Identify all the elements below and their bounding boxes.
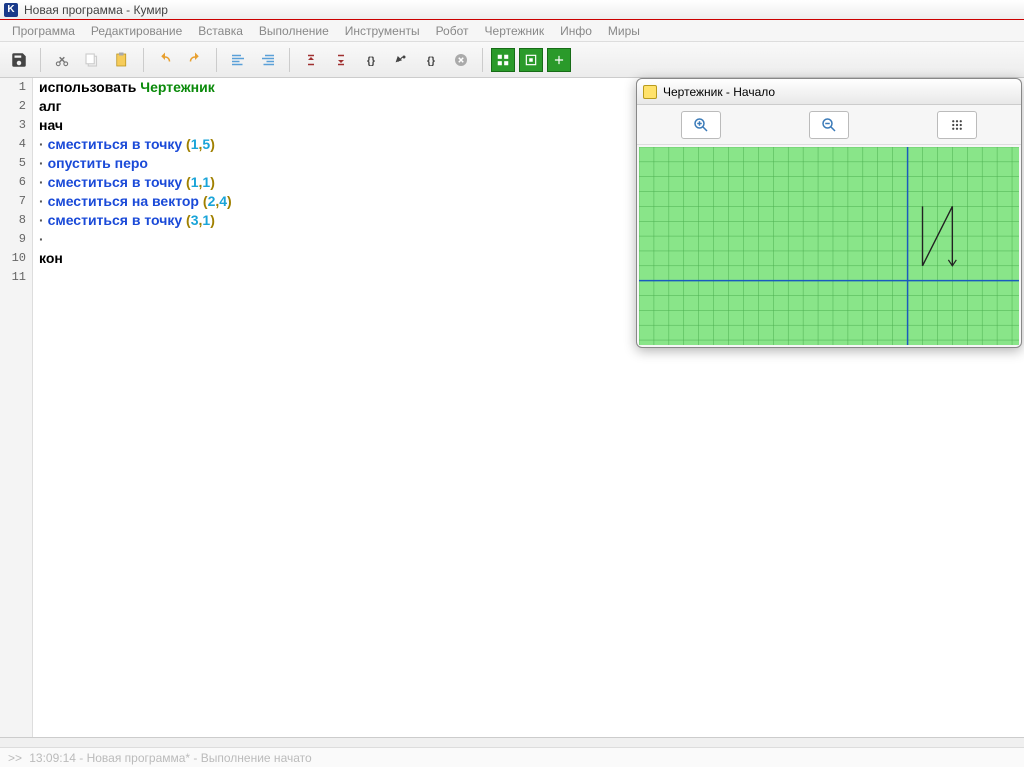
drafter-title-text: Чертежник - Начало	[663, 85, 775, 99]
line-number: 4	[0, 135, 32, 154]
run-step-out-button[interactable]	[298, 47, 324, 73]
line-number: 7	[0, 192, 32, 211]
main-toolbar: {} {}	[0, 42, 1024, 78]
grid-options-button[interactable]	[937, 111, 977, 139]
undo-button[interactable]	[152, 47, 178, 73]
menu-робот[interactable]: Робот	[430, 21, 475, 41]
menu-инструменты[interactable]: Инструменты	[339, 21, 426, 41]
drafter-titlebar[interactable]: Чертежник - Начало	[637, 79, 1021, 105]
line-number: 5	[0, 154, 32, 173]
svg-text:{}: {}	[367, 54, 375, 66]
menu-выполнение[interactable]: Выполнение	[253, 21, 335, 41]
line-number: 11	[0, 268, 32, 287]
grid-view-button[interactable]	[491, 48, 515, 72]
menu-инфо[interactable]: Инфо	[554, 21, 598, 41]
stop-button[interactable]	[448, 47, 474, 73]
status-prompt: >>	[8, 751, 22, 765]
window-title: Новая программа - Кумир	[24, 3, 168, 17]
line-number: 10	[0, 249, 32, 268]
menu-миры[interactable]: Миры	[602, 21, 646, 41]
cut-button[interactable]	[49, 47, 75, 73]
line-number: 9	[0, 230, 32, 249]
svg-text:{}: {}	[427, 54, 435, 66]
menu-редактирование[interactable]: Редактирование	[85, 21, 188, 41]
line-number: 3	[0, 116, 32, 135]
window-titlebar: K Новая программа - Кумир	[0, 0, 1024, 20]
field-view-button[interactable]	[519, 48, 543, 72]
status-text: 13:09:14 - Новая программа* - Выполнение…	[29, 751, 311, 765]
zoom-in-button[interactable]	[681, 111, 721, 139]
run-step-in-button[interactable]	[328, 47, 354, 73]
line-number: 8	[0, 211, 32, 230]
redo-button[interactable]	[182, 47, 208, 73]
menu-вставка[interactable]: Вставка	[192, 21, 249, 41]
add-view-button[interactable]	[547, 48, 571, 72]
format-right-button[interactable]	[255, 47, 281, 73]
braces-2-button[interactable]: {}	[418, 47, 444, 73]
paste-button[interactable]	[109, 47, 135, 73]
format-left-button[interactable]	[225, 47, 251, 73]
menu-программа[interactable]: Программа	[6, 21, 81, 41]
drafter-toolbar	[637, 105, 1021, 145]
line-gutter: 1234567891011	[0, 78, 33, 739]
copy-button[interactable]	[79, 47, 105, 73]
braces-1-button[interactable]: {}	[358, 47, 384, 73]
drafter-icon	[643, 85, 657, 99]
drafter-canvas[interactable]	[639, 147, 1019, 345]
app-icon: K	[4, 3, 18, 17]
run-play-button[interactable]	[388, 47, 414, 73]
drafter-window[interactable]: Чертежник - Начало	[636, 78, 1022, 348]
line-number: 6	[0, 173, 32, 192]
line-number: 1	[0, 78, 32, 97]
line-number: 2	[0, 97, 32, 116]
status-bar: >> 13:09:14 - Новая программа* - Выполне…	[0, 747, 1024, 767]
menubar: ПрограммаРедактированиеВставкаВыполнение…	[0, 20, 1024, 42]
menu-чертежник[interactable]: Чертежник	[479, 21, 551, 41]
save-button[interactable]	[6, 47, 32, 73]
zoom-out-button[interactable]	[809, 111, 849, 139]
horizontal-scrollbar[interactable]	[0, 737, 1024, 747]
